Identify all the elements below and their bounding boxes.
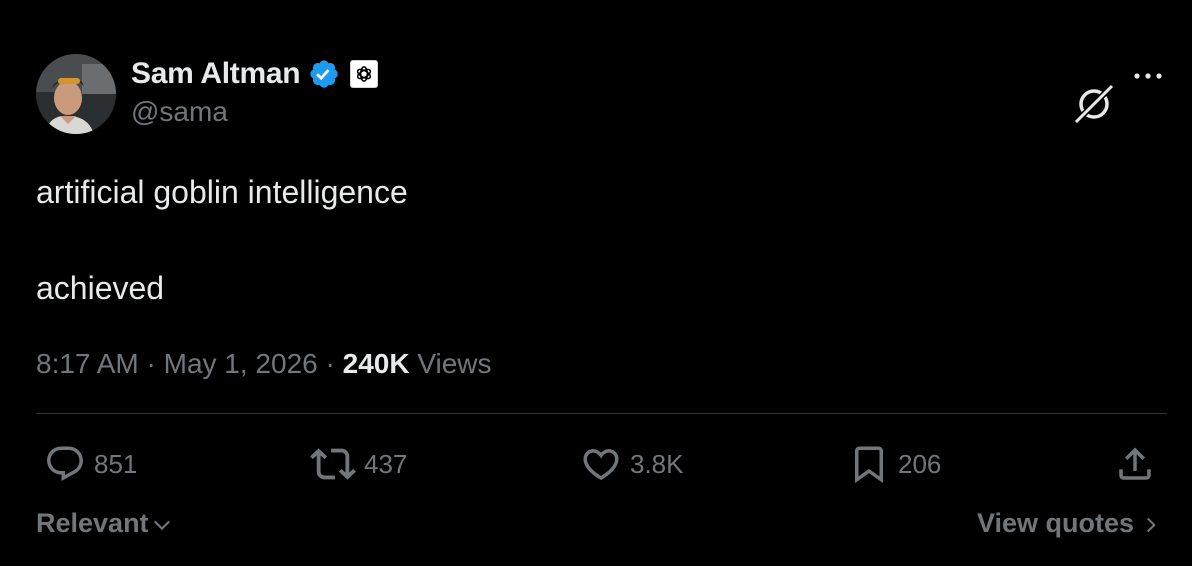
tweet-card: Sam Altman @sama artificial goblin intel… xyxy=(0,0,1192,566)
chevron-down-icon xyxy=(153,520,170,530)
views-label: Views xyxy=(417,348,492,379)
views-count: 240K xyxy=(342,348,410,379)
openai-logo-icon[interactable] xyxy=(350,60,379,88)
view-quotes-label: View quotes xyxy=(976,508,1134,538)
more-options-icon[interactable] xyxy=(1128,64,1168,88)
reply-icon xyxy=(47,446,83,481)
tweet-time[interactable]: 8:17 AM xyxy=(36,348,139,379)
meta-separator: · xyxy=(146,348,156,379)
tweet-line: artificial goblin intelligence xyxy=(36,174,408,210)
author-handle[interactable]: @sama xyxy=(131,96,378,128)
reply-button[interactable]: 851 xyxy=(44,442,137,486)
share-icon xyxy=(1119,447,1151,480)
author-name-row: Sam Altman xyxy=(131,54,379,94)
sort-dropdown[interactable]: Relevant xyxy=(36,508,174,539)
display-name[interactable]: Sam Altman xyxy=(131,57,301,91)
reply-count: 851 xyxy=(94,448,138,479)
avatar-photo xyxy=(36,54,116,134)
meta-separator: · xyxy=(325,348,335,379)
repost-icon xyxy=(310,448,356,480)
chevron-right-icon xyxy=(1146,517,1156,532)
verified-badge-icon xyxy=(308,58,340,90)
repost-button[interactable]: 437 xyxy=(310,442,407,486)
like-button[interactable]: 3.8K xyxy=(580,442,684,486)
repost-count: 437 xyxy=(364,448,408,479)
view-quotes-link[interactable]: View quotes xyxy=(977,508,1162,539)
author-block: Sam Altman @sama xyxy=(131,54,379,128)
avatar[interactable] xyxy=(36,54,116,134)
tweet-line-gap xyxy=(36,216,408,264)
bookmark-count: 206 xyxy=(898,448,942,479)
bookmark-button[interactable]: 206 xyxy=(848,442,941,486)
tweet-line: achieved xyxy=(36,270,165,306)
tweet-meta: 8:17 AM · May 1, 2026 · 240K Views xyxy=(36,344,492,384)
tweet-date[interactable]: May 1, 2026 xyxy=(164,348,318,379)
sort-label: Relevant xyxy=(36,508,149,538)
like-count: 3.8K xyxy=(630,448,684,479)
share-button[interactable] xyxy=(1114,442,1156,486)
heart-icon xyxy=(583,449,619,481)
bookmark-icon xyxy=(855,446,883,484)
divider xyxy=(36,413,1167,414)
tweet-text: artificial goblin intelligence achieved xyxy=(36,168,408,312)
grok-icon[interactable] xyxy=(1072,82,1116,126)
